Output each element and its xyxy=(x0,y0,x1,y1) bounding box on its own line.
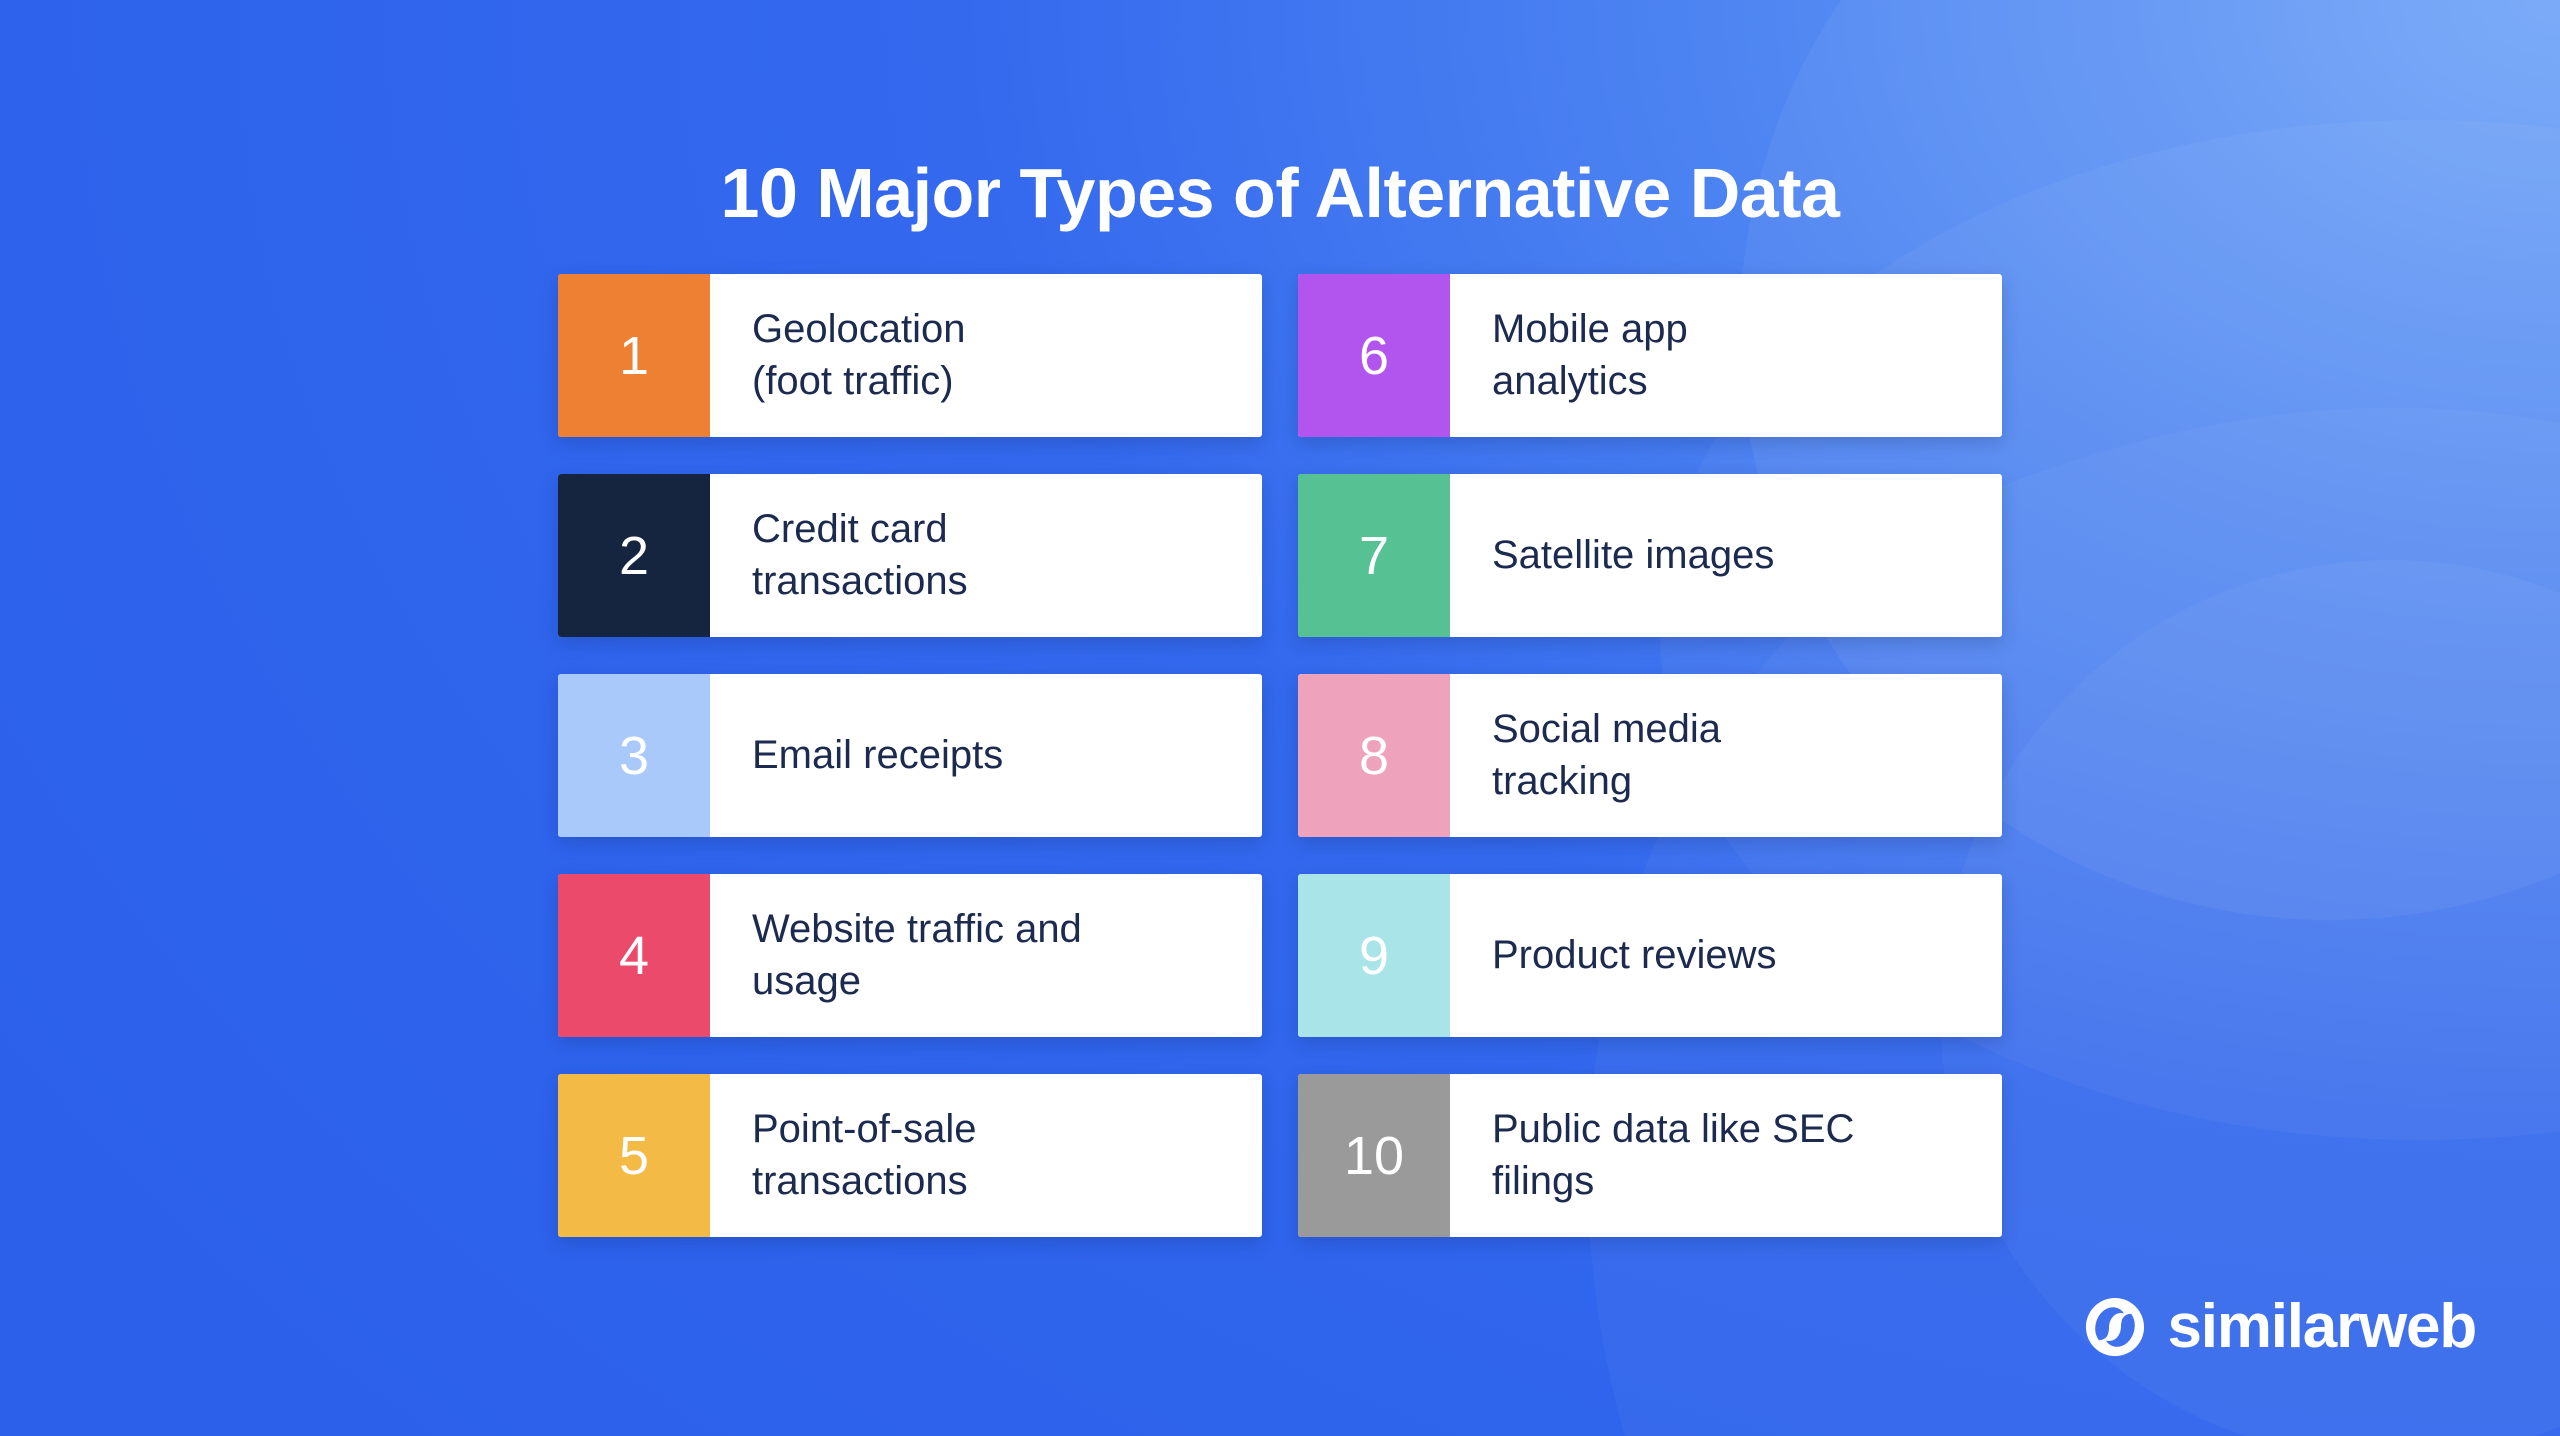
card-number-badge: 10 xyxy=(1298,1074,1450,1237)
card-label: Geolocation (foot traffic) xyxy=(752,307,966,403)
data-type-card: 3 Email receipts xyxy=(558,674,1262,837)
data-type-card: 4 Website traffic and usage xyxy=(558,874,1262,1037)
card-number-badge: 1 xyxy=(558,274,710,437)
data-type-card: 8 Social media tracking xyxy=(1298,674,2002,837)
data-type-card: 10 Public data like SEC filings xyxy=(1298,1074,2002,1237)
card-label: Website traffic and usage xyxy=(752,907,1082,1003)
card-number-badge: 5 xyxy=(558,1074,710,1237)
card-label: Mobile app analytics xyxy=(1492,307,1688,403)
similarweb-logo: similarweb xyxy=(2084,1292,2478,1361)
card-label: Credit card transactions xyxy=(752,507,968,603)
card-label: Satellite images xyxy=(1492,532,1775,577)
card-label: Point-of-sale transactions xyxy=(752,1107,977,1203)
card-label: Public data like SEC filings xyxy=(1492,1107,1855,1203)
data-type-card: 1 Geolocation (foot traffic) xyxy=(558,274,1262,437)
card-number-badge: 7 xyxy=(1298,474,1450,637)
card-number-badge: 8 xyxy=(1298,674,1450,837)
similarweb-wordmark: similarweb xyxy=(2167,1292,2478,1361)
card-number-badge: 9 xyxy=(1298,874,1450,1037)
data-type-card: 9 Product reviews xyxy=(1298,874,2002,1037)
card-label: Social media tracking xyxy=(1492,707,1722,803)
alternative-data-card-grid: 1 Geolocation (foot traffic) 6 Mobile app a… xyxy=(558,274,2002,1237)
infographic-canvas: 10 Major Types of Alternative Data 1 Geol… xyxy=(0,0,2560,1436)
card-label: Email receipts xyxy=(752,732,1004,777)
card-number-badge: 2 xyxy=(558,474,710,637)
card-label: Product reviews xyxy=(1492,932,1777,977)
data-type-card: 2 Credit card transactions xyxy=(558,474,1262,637)
similarweb-swirl-icon xyxy=(2085,1297,2144,1357)
data-type-card: 7 Satellite images xyxy=(1298,474,2002,637)
card-number-badge: 4 xyxy=(558,874,710,1037)
card-number-badge: 6 xyxy=(1298,274,1450,437)
data-type-card: 6 Mobile app analytics xyxy=(1298,274,2002,437)
card-number-badge: 3 xyxy=(558,674,710,837)
page-title: 10 Major Types of Alternative Data xyxy=(720,153,1840,232)
data-type-card: 5 Point-of-sale transactions xyxy=(558,1074,1262,1237)
